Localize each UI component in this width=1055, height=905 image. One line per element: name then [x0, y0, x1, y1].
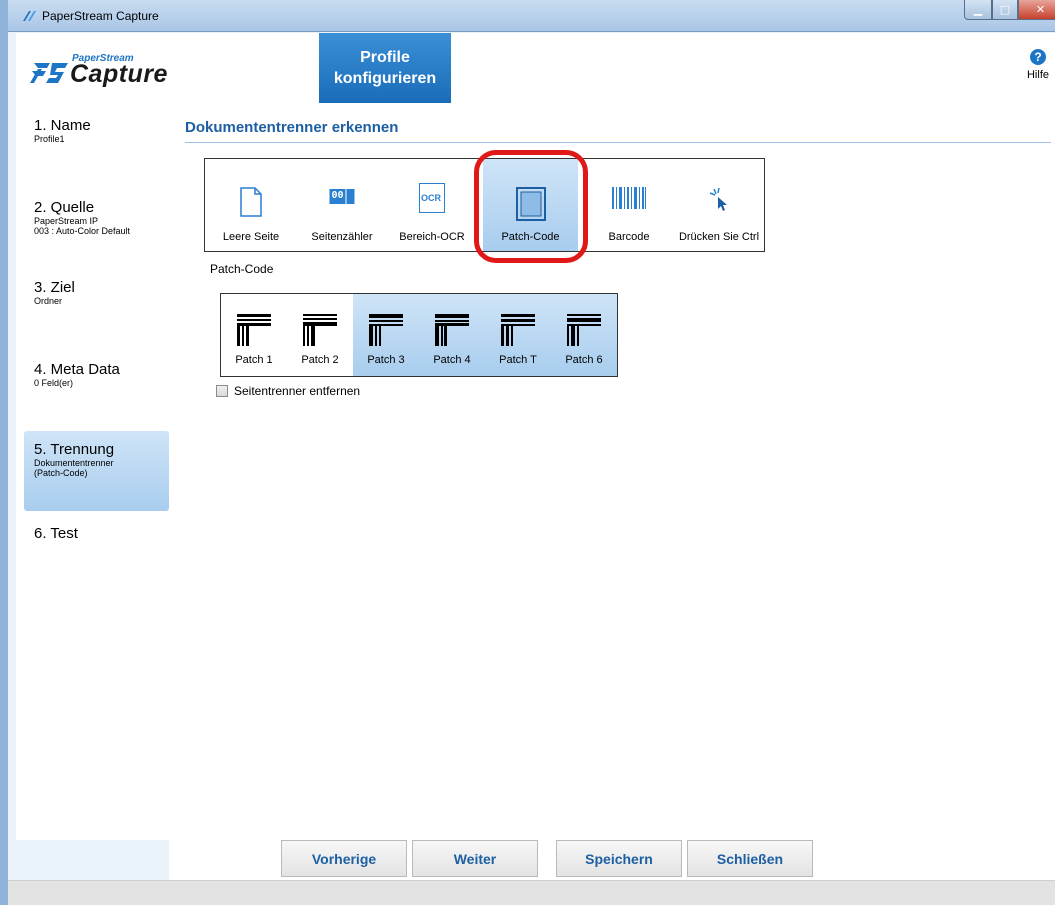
sidebar-item-sub: Dokumententrenner (Patch-Code) — [34, 458, 114, 478]
close-button[interactable]: ✕ — [1018, 0, 1055, 20]
step-title-tab: Profile konfigurieren — [319, 33, 451, 103]
maximize-icon: □ — [999, 3, 1011, 16]
blank-page-icon — [240, 187, 262, 217]
minimize-icon: ▁ — [973, 3, 983, 16]
next-button[interactable]: Weiter — [412, 840, 538, 877]
sidebar: 1. Name Profile1 2. Quelle PaperStream I… — [16, 103, 169, 840]
window-title: PaperStream Capture — [42, 9, 159, 23]
option-label: Barcode — [608, 231, 650, 243]
app-logo: PaperStream Capture — [30, 53, 190, 93]
patch-6-icon — [567, 314, 601, 346]
sidebar-item-sub: Profile1 — [34, 134, 65, 144]
sidebar-item-title: 5. Trennung — [34, 441, 115, 458]
title-bar[interactable]: PaperStream Capture ▁ □ ✕ — [8, 0, 1055, 32]
patch-label: Patch 4 — [433, 354, 471, 366]
counter-flip-icon — [346, 189, 355, 204]
sidebar-item-test[interactable]: 6. Test — [24, 515, 169, 565]
patch-label: Patch 2 — [301, 354, 339, 366]
sidebar-item-sub: PaperStream IP 003 : Auto-Color Default — [34, 216, 131, 236]
option-label: Leere Seite — [222, 231, 280, 243]
sidebar-item-title: 1. Name — [34, 117, 91, 134]
patch-type-group: Patch 1 Patch 2 Patch 3 Patch 4 Patch T … — [220, 293, 618, 377]
sidebar-item-title: 2. Quelle — [34, 199, 95, 216]
step-title-line1: Profile — [360, 49, 410, 66]
patch-option-2[interactable]: Patch 2 — [287, 294, 353, 376]
sidebar-item-title: 3. Ziel — [34, 279, 75, 296]
sidebar-item-name[interactable]: 1. Name Profile1 — [24, 107, 169, 177]
previous-button[interactable]: Vorherige — [281, 840, 407, 877]
barcode-icon — [612, 187, 646, 209]
counter-digits: 00 — [329, 189, 346, 204]
highlight-annotation — [474, 150, 588, 263]
heading-divider — [185, 142, 1051, 143]
help-label: Hilfe — [1026, 69, 1049, 81]
patch-option-4[interactable]: Patch 4 — [419, 294, 485, 376]
patch-4-icon — [435, 314, 469, 346]
maximize-button[interactable]: □ — [992, 0, 1018, 20]
remove-separator-label[interactable]: Seitentrenner entfernen — [234, 384, 360, 398]
main-content: Dokumententrenner erkennen Leere Seite 0… — [169, 103, 1055, 840]
patch-1-icon — [237, 314, 271, 346]
sidebar-item-destination[interactable]: 3. Ziel Ordner — [24, 269, 169, 339]
option-blank-page[interactable]: Leere Seite — [205, 159, 297, 251]
app-icon — [23, 11, 36, 21]
help-icon: ? — [1030, 49, 1046, 65]
ocr-icon: OCR — [419, 183, 445, 213]
footer-buttons: Vorherige Weiter Speichern Schließen — [169, 840, 1055, 880]
app-window: PaperStream Capture ▁ □ ✕ PaperStream Ca… — [0, 0, 1055, 905]
logo-mark-icon — [30, 63, 68, 83]
save-button[interactable]: Speichern — [556, 840, 682, 877]
option-label: Bereich-OCR — [399, 231, 465, 243]
patch-option-1[interactable]: Patch 1 — [221, 294, 287, 376]
ocr-icon-text: OCR — [421, 193, 441, 203]
sidebar-item-source[interactable]: 2. Quelle PaperStream IP 003 : Auto-Colo… — [24, 189, 169, 259]
sidebar-item-title: 6. Test — [34, 525, 78, 542]
header-band: PaperStream Capture Profile konfiguriere… — [16, 33, 1055, 103]
option-barcode[interactable]: Barcode — [584, 159, 674, 251]
patch-label: Patch 1 — [235, 354, 273, 366]
sidebar-item-sub: Ordner — [34, 296, 63, 306]
patch-option-t[interactable]: Patch T — [485, 294, 551, 376]
close-dialog-button[interactable]: Schließen — [687, 840, 813, 877]
remove-separator-checkbox[interactable] — [216, 385, 228, 397]
status-bar — [8, 880, 1055, 905]
option-ctrl-key[interactable]: Drücken Sie Ctrl — [674, 159, 764, 251]
patch-t-icon — [501, 314, 535, 346]
option-page-counter[interactable]: 00 Seitenzähler — [297, 159, 387, 251]
option-label: Seitenzähler — [311, 231, 373, 243]
patch-label: Patch T — [499, 354, 537, 366]
page-counter-icon: 00 — [329, 189, 355, 204]
minimize-button[interactable]: ▁ — [964, 0, 992, 20]
click-icon — [709, 187, 727, 211]
step-title-line2: konfigurieren — [333, 70, 437, 87]
page-title: Dokumententrenner erkennen — [185, 119, 399, 136]
logo-brand-big: Capture — [70, 60, 168, 88]
patch-option-6[interactable]: Patch 6 — [551, 294, 617, 376]
sidebar-item-separation[interactable]: 5. Trennung Dokumententrenner (Patch-Cod… — [24, 431, 169, 511]
remove-separator-row: Seitentrenner entfernen — [216, 384, 360, 398]
patch-3-icon — [369, 314, 403, 346]
close-icon: ✕ — [1035, 3, 1046, 16]
option-label: Drücken Sie Ctrl — [678, 231, 760, 243]
option-zone-ocr[interactable]: OCR Bereich-OCR — [387, 159, 477, 251]
sidebar-item-title: 4. Meta Data — [34, 361, 120, 378]
patch-option-3[interactable]: Patch 3 — [353, 294, 419, 376]
patch-code-label: Patch-Code — [210, 262, 274, 276]
patch-label: Patch 6 — [565, 354, 603, 366]
patch-label: Patch 3 — [367, 354, 405, 366]
sidebar-item-sub: 0 Feld(er) — [34, 378, 74, 388]
help-button[interactable]: ? Hilfe — [1020, 49, 1055, 81]
patch-2-icon — [303, 314, 337, 346]
sidebar-item-metadata[interactable]: 4. Meta Data 0 Feld(er) — [24, 351, 169, 421]
